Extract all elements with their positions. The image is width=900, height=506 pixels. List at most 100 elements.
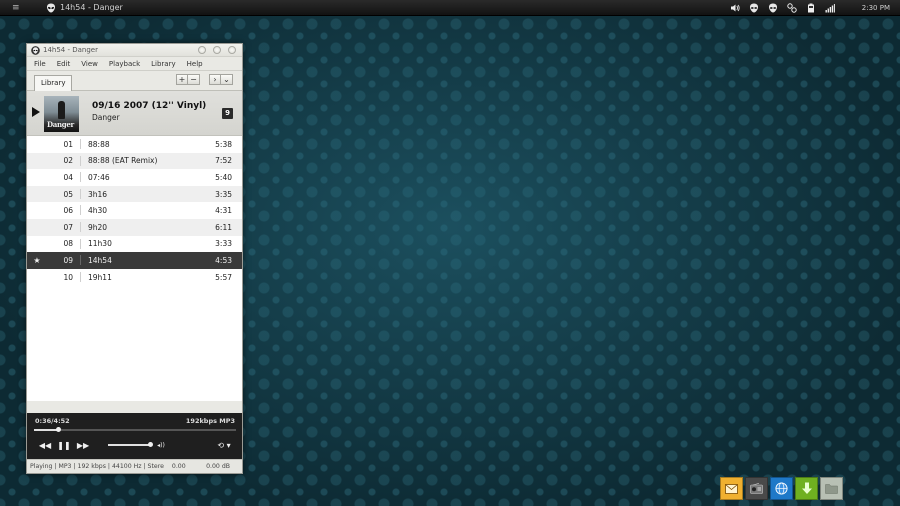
statusbar: Playing | MP3 | 192 kbps | 44100 Hz | St…	[27, 459, 242, 473]
track-row[interactable]: 01 88:88 5:38	[27, 136, 242, 153]
column-divider	[80, 172, 81, 183]
album-art: Danger	[44, 96, 79, 132]
tab-library[interactable]: Library	[34, 75, 73, 91]
track-duration: 7:52	[215, 156, 232, 166]
track-title: 19h11	[88, 272, 112, 282]
forward-button[interactable]: ▶▶	[77, 440, 89, 450]
track-number: 06	[63, 206, 73, 216]
track-row[interactable]: 10 19h11 5:57	[27, 268, 242, 286]
status-info: Playing | MP3 | 192 kbps | 44100 Hz | St…	[30, 463, 164, 470]
track-title: 9h20	[88, 222, 108, 232]
column-divider	[80, 188, 81, 199]
track-title: 14h54	[88, 255, 112, 265]
menu-view[interactable]: View	[81, 60, 98, 68]
dock	[720, 477, 843, 500]
track-number: 01	[63, 139, 73, 149]
globe-icon[interactable]	[770, 477, 793, 500]
menu-edit[interactable]: Edit	[57, 60, 71, 68]
close-button[interactable]	[228, 46, 236, 54]
column-divider	[80, 205, 81, 216]
add-button[interactable]: +	[176, 74, 188, 85]
play-album-icon[interactable]	[32, 107, 40, 117]
album-art-text: Danger	[47, 120, 74, 129]
track-duration: 5:38	[215, 139, 232, 149]
track-number: 10	[63, 272, 73, 282]
music-player-window: 14h54 - Danger File Edit View Playback L…	[26, 43, 243, 474]
status-elapsed: 0.00	[171, 463, 186, 470]
seek-bar[interactable]	[34, 427, 236, 432]
top-panel: ≡ 14h54 - Danger 2:30 PM	[0, 0, 900, 16]
maximize-button[interactable]	[213, 46, 221, 54]
download-icon[interactable]	[795, 477, 818, 500]
radio-icon[interactable]	[745, 477, 768, 500]
track-list: 01 88:88 5:38 02 88:88 (EAT Remix) 7:52 04 07:4…	[27, 136, 242, 401]
network-icon[interactable]	[787, 3, 797, 13]
track-row[interactable]: ★ 09 14h54 4:53	[27, 252, 242, 269]
track-duration: 3:35	[215, 189, 232, 199]
column-divider	[80, 238, 81, 249]
track-row[interactable]: 02 88:88 (EAT Remix) 7:52	[27, 152, 242, 170]
volume-slider[interactable]	[108, 442, 153, 447]
track-title: 88:88 (EAT Remix)	[88, 156, 158, 166]
remove-button[interactable]: −	[188, 74, 200, 85]
menu-library[interactable]: Library	[151, 60, 175, 68]
alien-icon	[46, 3, 56, 13]
track-title: 07:46	[88, 172, 110, 182]
album-artist: Danger	[92, 113, 120, 122]
player-controls: 0:36/4:52 192kbps MP3 ◀◀ ❚❚ ▶▶ ◂)) ⟲ ▾	[27, 413, 242, 459]
pause-button[interactable]: ❚❚	[57, 440, 70, 450]
track-number: 08	[63, 239, 73, 249]
signal-icon[interactable]	[825, 3, 835, 13]
menu-file[interactable]: File	[34, 60, 46, 68]
track-row[interactable]: 06 4h30 4:31	[27, 202, 242, 219]
menu-playback[interactable]: Playback	[109, 60, 140, 68]
repeat-button[interactable]: ⟲ ▾	[213, 440, 235, 450]
clock[interactable]: 2:30 PM	[862, 4, 890, 12]
menubar: File Edit View Playback Library Help	[27, 57, 242, 71]
now-playing-star-icon: ★	[33, 255, 41, 265]
column-divider	[80, 221, 81, 232]
status-gain: 0.00 dB	[206, 463, 230, 470]
track-duration: 5:40	[215, 172, 232, 182]
volume-handle[interactable]	[148, 442, 153, 447]
panel-menu-icon[interactable]: ≡	[12, 3, 26, 13]
track-number: 02	[63, 156, 73, 166]
battery-icon[interactable]	[806, 3, 816, 13]
track-number: 07	[63, 222, 73, 232]
speaker-icon[interactable]: ◂))	[154, 440, 168, 450]
track-title: 4h30	[88, 206, 108, 216]
window-title: 14h54 - Danger	[43, 46, 98, 54]
dropdown-button[interactable]: ⌄	[221, 74, 233, 85]
rewind-button[interactable]: ◀◀	[39, 440, 51, 450]
track-title: 88:88	[88, 139, 110, 149]
track-duration: 4:31	[215, 206, 232, 216]
bitrate-label: 192kbps MP3	[185, 417, 235, 425]
next-view-button[interactable]: ›	[209, 74, 221, 85]
panel-window-title[interactable]: 14h54 - Danger	[60, 3, 123, 12]
alien-icon[interactable]	[768, 3, 778, 13]
track-row[interactable]: 05 3h16 3:35	[27, 185, 242, 203]
track-row[interactable]: 07 9h20 6:11	[27, 218, 242, 236]
track-title: 11h30	[88, 239, 112, 249]
panel-tray: 2:30 PM	[730, 0, 890, 16]
window-titlebar[interactable]: 14h54 - Danger	[27, 44, 242, 57]
album-title: 09/16 2007 (12'' Vinyl)	[92, 101, 207, 111]
column-divider	[80, 139, 81, 149]
mail-icon[interactable]	[720, 477, 743, 500]
toolbar: Library + − › ⌄	[27, 71, 242, 91]
volume-icon[interactable]	[730, 3, 740, 13]
album-art-figure	[58, 101, 65, 119]
alien-icon[interactable]	[749, 3, 759, 13]
folder-icon[interactable]	[820, 477, 843, 500]
minimize-button[interactable]	[198, 46, 206, 54]
track-row[interactable]: 04 07:46 5:40	[27, 169, 242, 186]
column-divider	[80, 155, 81, 166]
menu-help[interactable]: Help	[187, 60, 203, 68]
seek-handle[interactable]	[56, 427, 62, 432]
column-divider	[80, 255, 81, 266]
status-text: Playing | MP3 | 192 kbps | 44100 Hz | St…	[30, 463, 186, 470]
album-header[interactable]: Danger 09/16 2007 (12'' Vinyl) Danger 9	[27, 91, 242, 136]
track-count-badge: 9	[222, 108, 233, 119]
playback-time: 0:36/4:52	[35, 417, 70, 425]
track-row[interactable]: 08 11h30 3:33	[27, 235, 242, 253]
